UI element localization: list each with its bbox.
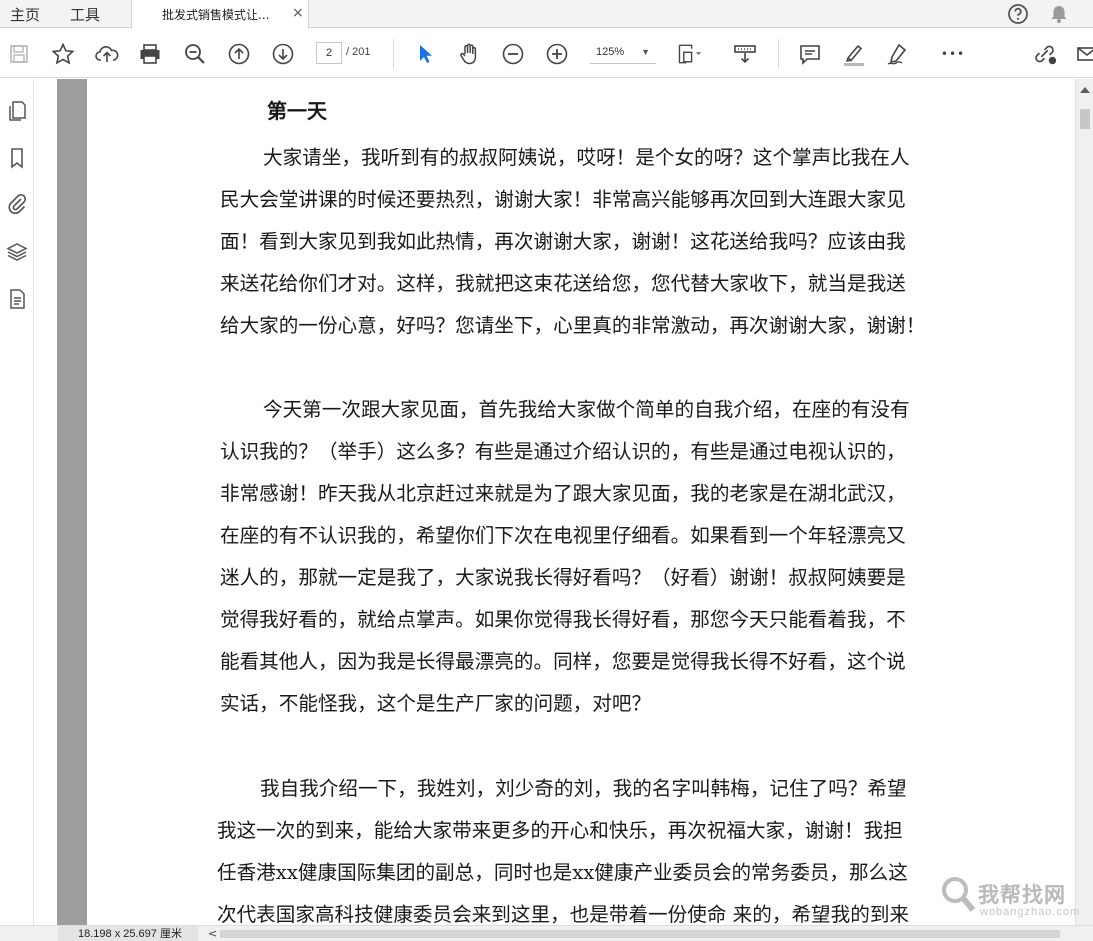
tab-bar: 主页 工具 批发式销售模式让... ×	[0, 0, 1093, 29]
document-viewer[interactable]: 第一天 大家请坐，我听到有的叔叔阿姨说，哎呀！是个女的呀？这个掌声比我在人 民大…	[35, 79, 1075, 925]
help-icon[interactable]	[1007, 3, 1029, 29]
scroll-up-icon[interactable]	[1080, 87, 1090, 93]
zoom-out-search-icon[interactable]	[182, 41, 208, 67]
text-line: 我自我介绍一下，我姓刘，刘少奇的刘，我的名字叫韩梅，记住了吗？希望	[260, 777, 907, 800]
upload-icon[interactable]	[94, 41, 120, 67]
bell-icon[interactable]	[1048, 3, 1070, 29]
layers-icon[interactable]	[6, 241, 28, 263]
text-line: 来送花给你们才对。这样，我就把这束花送给您，您代替大家收下，就当是我送	[220, 272, 906, 295]
toolbar: 2 / 201 125% ▼ •••	[0, 29, 1093, 78]
horizontal-scrollbar-thumb[interactable]	[220, 930, 1060, 938]
text-line: 次代表国家高科技健康委员会来到这里，也是带着一份使命 来的，希望我的到来	[217, 903, 910, 925]
text-line: 大家请坐，我听到有的叔叔阿姨说，哎呀！是个女的呀？这个掌声比我在人	[263, 146, 910, 169]
text-line: 实话，不能怪我，这个是生产厂家的问题，对吧？	[220, 692, 652, 715]
text-line: 认识我的？（举手）这么多？有些是通过介绍认识的，有些是通过电视认识的，	[220, 440, 906, 463]
text-line: 迷人的，那就一定是我了，大家说我长得好看吗？（好看）谢谢！叔叔阿姨要是	[220, 566, 906, 589]
text-line: 面！看到大家见到我如此热情，再次谢谢大家，谢谢！这花送给我吗？应该由我	[220, 230, 906, 253]
watermark-text: 我帮找网	[978, 883, 1066, 907]
scroll-mode-icon[interactable]	[732, 41, 758, 67]
page-down-icon[interactable]	[270, 41, 296, 67]
tools-tab[interactable]: 工具	[70, 4, 100, 25]
current-page-input[interactable]: 2	[316, 42, 342, 64]
attachment-icon[interactable]	[6, 193, 28, 215]
bookmark-icon[interactable]	[6, 147, 28, 169]
toolbar-divider	[778, 39, 779, 69]
email-icon[interactable]	[1074, 41, 1093, 67]
paragraph-1: 大家请坐，我听到有的叔叔阿姨说，哎呀！是个女的呀？这个掌声比我在人 民大会堂讲课…	[220, 137, 980, 347]
zoom-value: 125%	[596, 46, 625, 58]
more-icon[interactable]: •••	[940, 41, 966, 67]
select-cursor-icon[interactable]	[412, 41, 438, 67]
text-line: 能看其他人，因为我是长得最漂亮的。同样，您要是觉得我长得不好看，这个说	[220, 650, 906, 673]
document-properties-icon[interactable]	[6, 288, 28, 310]
page-size-label: 18.198 x 25.697 厘米	[58, 926, 198, 941]
text-line: 我这一次的到来，能给大家带来更多的开心和快乐，再次祝福大家，谢谢！我担	[217, 819, 903, 842]
share-link-icon[interactable]	[1032, 41, 1058, 67]
sign-icon[interactable]	[885, 41, 911, 67]
text-line: 非常感谢！昨天我从北京赶过来就是为了跟大家见面，我的老家是在湖北武汉，	[220, 482, 906, 505]
hand-icon[interactable]	[456, 41, 482, 67]
text-line: 给大家的一份心意，好吗？您请坐下，心里真的非常激动，再次谢谢大家，谢谢！	[220, 314, 926, 337]
text-line: 在座的有不认识我的，希望你们下次在电视里仔细看。如果看到一个年轻漂亮又	[220, 524, 906, 547]
paragraph-2: 今天第一次跟大家见面，首先我给大家做个简单的自我介绍，在座的有没有 认识我的？（…	[220, 389, 980, 725]
chevron-down-icon: ▼	[641, 47, 650, 57]
text-line: 民大会堂讲课的时候还要热烈，谢谢大家！非常高兴能够再次回到大连跟大家见	[220, 188, 906, 211]
paragraph-3: 我自我介绍一下，我姓刘，刘少奇的刘，我的名字叫韩梅，记住了吗？希望 我这一次的到…	[217, 768, 977, 925]
print-icon[interactable]	[137, 41, 163, 67]
status-bar: 18.198 x 25.697 厘米 <	[0, 925, 1093, 941]
comment-icon[interactable]	[797, 41, 823, 67]
text-line: 任香港xx健康国际集团的副总，同时也是xx健康产业委员会的常务委员，那么这	[217, 861, 908, 884]
zoom-plus-icon[interactable]	[544, 41, 570, 67]
document-tab-title: 批发式销售模式让...	[162, 8, 270, 22]
pdf-page: 第一天 大家请坐，我听到有的叔叔阿姨说，哎呀！是个女的呀？这个掌声比我在人 民大…	[87, 79, 1075, 925]
home-tab[interactable]: 主页	[10, 4, 40, 25]
total-pages-label: / 201	[346, 46, 371, 58]
left-navigation-rail	[0, 79, 34, 929]
close-tab-icon[interactable]: ×	[292, 5, 304, 21]
scrollbar-thumb[interactable]	[1080, 109, 1090, 129]
page-up-icon[interactable]	[226, 41, 252, 67]
zoom-minus-icon[interactable]	[500, 41, 526, 67]
section-heading: 第一天	[267, 99, 327, 123]
zoom-select[interactable]: 125% ▼	[590, 42, 656, 64]
scroll-left-icon[interactable]: <	[208, 927, 217, 940]
document-tab[interactable]: 批发式销售模式让... ×	[131, 0, 309, 29]
page-thumbnails-icon[interactable]	[6, 100, 28, 122]
page-gutter	[57, 79, 87, 925]
star-icon[interactable]	[50, 41, 76, 67]
watermark-url: wobangzhao.com	[980, 906, 1081, 918]
text-line: 今天第一次跟大家见面，首先我给大家做个简单的自我介绍，在座的有没有	[263, 398, 910, 421]
highlight-icon[interactable]	[841, 41, 867, 67]
toolbar-divider	[393, 39, 394, 69]
site-watermark: 我帮找网 wobangzhao.com	[936, 873, 1086, 925]
magnifier-logo-icon	[942, 877, 976, 912]
pdf-reader-window: 主页 工具 批发式销售模式让... × 2 / 201 125% ▼ ••• 第…	[0, 0, 1093, 941]
save-icon[interactable]	[6, 41, 32, 67]
text-line: 觉得我好看的，就给点掌声。如果你觉得我长得好看，那您今天只能看着我，不	[220, 608, 906, 631]
fit-page-icon[interactable]	[676, 41, 702, 67]
vertical-scrollbar[interactable]	[1075, 79, 1093, 925]
